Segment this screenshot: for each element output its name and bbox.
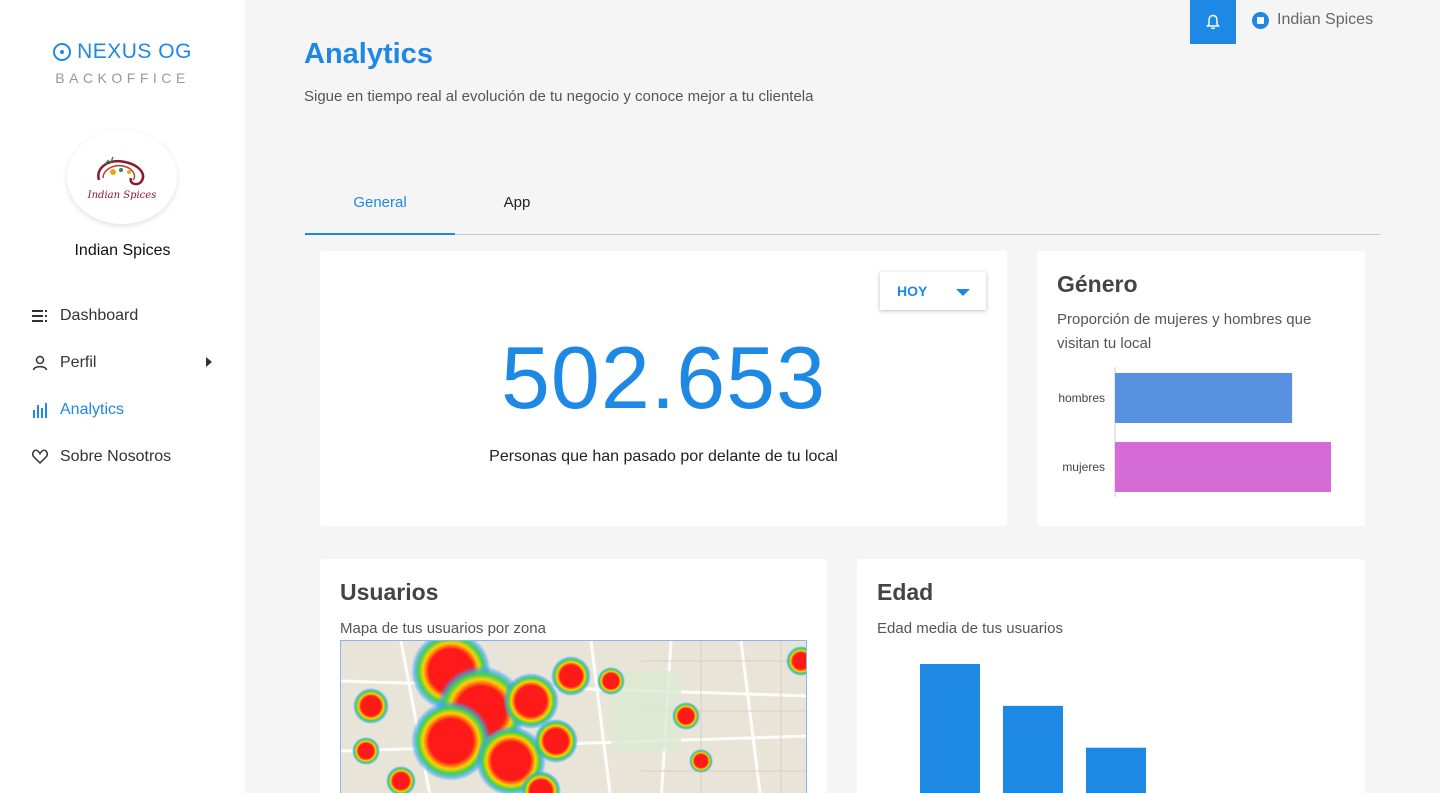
users-title: Usuarios bbox=[340, 579, 439, 605]
period-select[interactable]: HOY bbox=[880, 272, 986, 310]
gender-bar-mujeres[interactable] bbox=[1115, 442, 1331, 492]
user-status-icon bbox=[1252, 11, 1269, 29]
sidebar-item-label: Dashboard bbox=[60, 306, 139, 324]
caret-down-icon bbox=[956, 289, 970, 296]
bar-chart-icon bbox=[31, 401, 48, 418]
shop-name: Indian Spices bbox=[74, 242, 171, 259]
tabs: General App bbox=[305, 170, 1380, 235]
chevron-right-icon bbox=[206, 357, 212, 367]
age-bar[interactable] bbox=[1003, 705, 1063, 793]
age-chart bbox=[920, 664, 1146, 793]
brand-subtitle: BACKOFFICE bbox=[55, 70, 190, 86]
sidebar-item-dashboard[interactable]: Dashboard bbox=[0, 292, 245, 339]
tab-app[interactable]: App bbox=[442, 170, 592, 234]
sidebar-item-label: Sobre Nosotros bbox=[60, 447, 172, 465]
gender-label-mujeres: mujeres bbox=[1062, 460, 1105, 474]
age-bar[interactable] bbox=[920, 664, 980, 793]
sidebar-item-analytics[interactable]: Analytics bbox=[0, 386, 245, 433]
gender-card: Género Proporción de mujeres y hombres q… bbox=[1037, 251, 1365, 526]
visits-card: HOY 502.653 Personas que han pasado por … bbox=[320, 251, 1007, 526]
list-icon bbox=[31, 307, 48, 324]
heatmap-graphic bbox=[341, 641, 806, 793]
user-menu[interactable]: Indian Spices bbox=[1252, 11, 1373, 29]
page-title: Analytics bbox=[304, 38, 433, 70]
tab-general[interactable]: General bbox=[305, 170, 455, 235]
sidebar-item-perfil[interactable]: Perfil bbox=[0, 339, 245, 386]
users-card: Usuarios Mapa de tus usuarios por zona bbox=[320, 559, 827, 793]
user-name: Indian Spices bbox=[1277, 11, 1374, 28]
gender-label-hombres: hombres bbox=[1058, 391, 1105, 405]
sidebar: NEXUS OG BACKOFFICE Indian Spices Indian… bbox=[0, 0, 245, 793]
page-description: Sigue en tiempo real al evolución de tu … bbox=[304, 88, 814, 105]
shop-logo: Indian Spices bbox=[67, 130, 177, 224]
gender-chart: hombres mujeres bbox=[1058, 367, 1331, 497]
sidebar-item-label: Analytics bbox=[60, 400, 125, 418]
period-select-value: HOY bbox=[897, 283, 928, 299]
bell-icon bbox=[1206, 14, 1220, 30]
heart-icon bbox=[31, 448, 48, 465]
age-card: Edad Edad media de tus usuarios bbox=[857, 559, 1365, 793]
sidebar-item-sobre-nosotros[interactable]: Sobre Nosotros bbox=[0, 433, 245, 480]
visits-count: 502.653 bbox=[500, 328, 827, 427]
age-bar[interactable] bbox=[1086, 747, 1146, 793]
visits-caption: Personas que han pasado por delante de t… bbox=[489, 448, 838, 465]
brand-title: NEXUS OG bbox=[0, 40, 245, 64]
user-icon bbox=[31, 354, 48, 371]
gender-bar-hombres[interactable] bbox=[1115, 373, 1293, 423]
users-heatmap[interactable] bbox=[340, 640, 807, 793]
shop-logo-text: Indian Spices bbox=[87, 189, 157, 201]
sidebar-nav: Dashboard Perfil Analytics Sobre Nosotro… bbox=[0, 292, 245, 480]
notifications-button[interactable] bbox=[1190, 0, 1236, 44]
nexus-logo-icon bbox=[53, 43, 72, 61]
brand-name: NEXUS OG bbox=[77, 40, 192, 63]
paisley-icon bbox=[97, 156, 145, 185]
brand: NEXUS OG BACKOFFICE bbox=[0, 40, 245, 86]
sidebar-item-label: Perfil bbox=[60, 353, 97, 371]
users-subtitle: Mapa de tus usuarios por zona bbox=[340, 620, 546, 637]
